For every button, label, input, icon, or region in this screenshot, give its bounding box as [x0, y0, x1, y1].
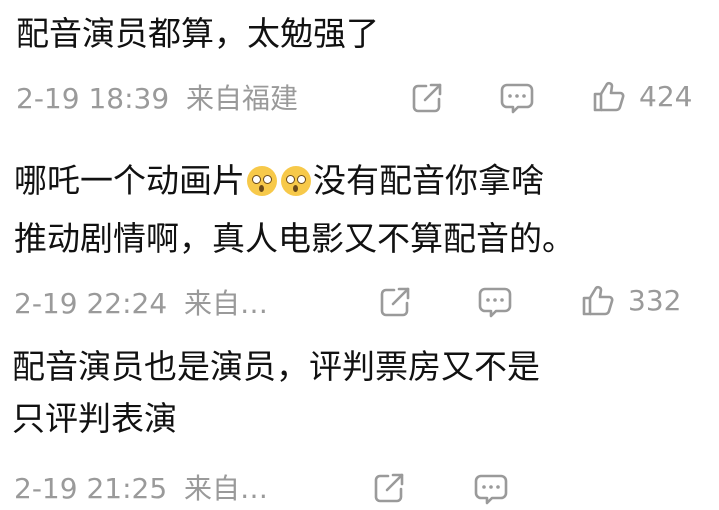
comment-text-line-1: 配音演员也是演员，评判票房又不是: [12, 347, 540, 386]
like-count: 424: [639, 80, 693, 113]
thumbs-up-icon: [591, 80, 625, 114]
comment-button[interactable]: [473, 472, 509, 506]
comment-text: 配音演员都算，太勉强了: [16, 14, 379, 53]
comment-location: 来自…: [184, 287, 269, 320]
comment-icon: [477, 285, 513, 319]
comment-location: 来自福建: [186, 82, 299, 115]
comment-meta: 2-19 21:25 来自…: [14, 472, 268, 506]
share-button[interactable]: [410, 81, 444, 115]
comment-icon: [473, 472, 509, 506]
comment-meta: 2-19 18:39 来自福建: [16, 82, 298, 116]
like-count: 332: [628, 284, 682, 317]
share-icon: [410, 81, 444, 115]
comment-meta: 2-19 22:24 来自…: [14, 287, 268, 321]
share-icon: [372, 471, 406, 505]
share-icon: [378, 285, 412, 319]
clipped-text-fragment: [14, 112, 25, 128]
thumbs-up-icon: [580, 284, 614, 318]
comment-button[interactable]: [477, 285, 513, 319]
share-button[interactable]: [372, 471, 406, 505]
comment-text-part: 没有配音你拿啥: [313, 161, 544, 200]
comment-location: 来自…: [184, 472, 269, 505]
comment-button[interactable]: [499, 81, 535, 115]
comment-icon: [499, 81, 535, 115]
astonished-face-emoji: [247, 166, 277, 196]
share-button[interactable]: [378, 285, 412, 319]
astonished-face-emoji: [281, 166, 311, 196]
comment-time: 2-19 18:39: [16, 82, 170, 115]
like-button[interactable]: 424: [591, 80, 692, 114]
like-button[interactable]: 332: [580, 284, 681, 318]
comment-time: 2-19 22:24: [14, 287, 168, 320]
comment-text-line-2: 只评判表演: [12, 399, 177, 438]
comment-time: 2-19 21:25: [14, 472, 168, 505]
comment-text-part: 哪吒一个动画片: [14, 161, 245, 200]
comment-text-line-2: 推动剧情啊，真人电影又不算配音的。: [14, 219, 575, 258]
comment-text-line-1: 哪吒一个动画片 没有配音你拿啥: [14, 151, 544, 211]
